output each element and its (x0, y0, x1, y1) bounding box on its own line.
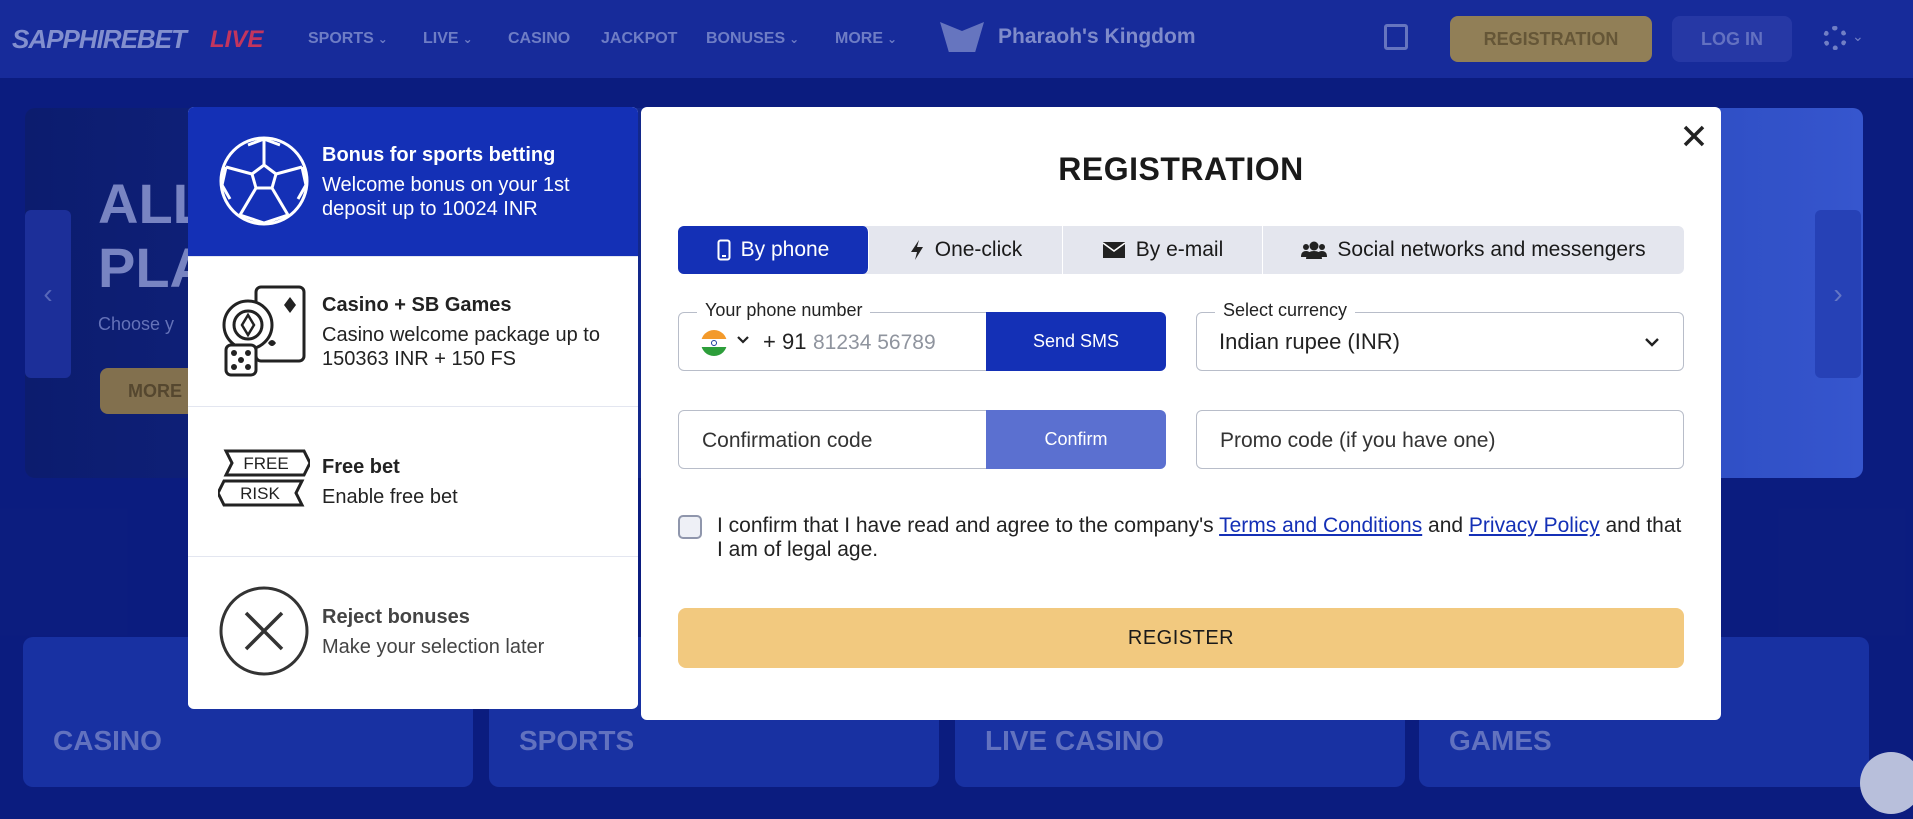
tab-label: Social networks and messengers (1337, 238, 1646, 261)
phone-field-legend: Your phone number (697, 300, 871, 321)
bonus-description: Make your selection later (322, 635, 545, 658)
currency-select[interactable]: Select currency Indian rupee (INR) (1196, 300, 1684, 371)
casino-chips-cards-icon (218, 285, 310, 377)
chevron-down-icon[interactable] (735, 332, 751, 348)
registration-method-tabs: By phone One-click By e-mail Social netw… (678, 226, 1684, 274)
confirmation-code-input[interactable] (700, 411, 983, 470)
ticket-bottom-label: RISK (240, 484, 280, 503)
phone-number-field: Your phone number + 91 (678, 300, 990, 371)
tab-label: By e-mail (1135, 238, 1224, 261)
bonus-title: Reject bonuses (322, 605, 470, 628)
tab-label: By phone (740, 238, 830, 261)
lightning-icon (910, 240, 923, 260)
envelope-icon (1102, 242, 1126, 258)
currency-field-legend: Select currency (1215, 300, 1356, 321)
ticket-top-label: FREE (243, 454, 288, 473)
bonus-option-casino[interactable]: Casino + SB Games Casino welcome package… (188, 257, 638, 407)
bonus-selection-panel: Bonus for sports betting Welcome bonus o… (188, 107, 638, 709)
close-icon[interactable] (1678, 120, 1710, 152)
privacy-policy-link[interactable]: Privacy Policy (1469, 514, 1600, 537)
currency-value: Indian rupee (INR) (1219, 329, 1400, 354)
send-sms-button[interactable]: Send SMS (986, 312, 1166, 371)
bonus-description: Enable free bet (322, 485, 458, 508)
terms-checkbox[interactable] (678, 515, 702, 539)
confirm-code-button[interactable]: Confirm (986, 410, 1166, 469)
register-button[interactable]: REGISTER (678, 608, 1684, 668)
chevron-down-icon (1645, 338, 1659, 347)
promo-code-field (1196, 410, 1684, 470)
bonus-title: Free bet (322, 455, 400, 478)
dial-code: + 91 (763, 329, 807, 354)
phone-icon (717, 239, 731, 261)
tab-by-email[interactable]: By e-mail (1063, 226, 1263, 274)
x-circle-icon (218, 585, 310, 677)
terms-consent-text: I confirm that I have read and agree to … (717, 514, 1687, 562)
tab-one-click[interactable]: One-click (869, 226, 1063, 274)
tab-social-networks[interactable]: Social networks and messengers (1263, 226, 1684, 274)
india-flag-icon[interactable] (701, 330, 727, 356)
bonus-title: Bonus for sports betting (322, 143, 556, 166)
tab-by-phone[interactable]: By phone (678, 226, 869, 274)
bonus-option-sports[interactable]: Bonus for sports betting Welcome bonus o… (188, 107, 638, 257)
confirmation-code-field (678, 410, 990, 470)
modal-title: REGISTRATION (1058, 151, 1304, 187)
phone-input[interactable] (811, 323, 975, 363)
users-icon (1301, 241, 1328, 259)
consent-text: I confirm that I have read and agree to … (717, 514, 1220, 537)
bonus-option-free-bet[interactable]: FREE RISK Free bet Enable free bet (188, 407, 638, 557)
consent-text: and (1422, 514, 1469, 537)
bonus-option-reject[interactable]: Reject bonuses Make your selection later (188, 557, 638, 707)
terms-link[interactable]: Terms and Conditions (1219, 514, 1422, 537)
free-risk-ticket-icon: FREE RISK (218, 435, 310, 527)
tab-label: One-click (934, 238, 1023, 261)
bonus-description: Welcome bonus on your 1st deposit up to … (322, 173, 570, 220)
promo-code-input[interactable] (1218, 411, 1660, 470)
bonus-title: Casino + SB Games (322, 293, 512, 316)
bonus-description: Casino welcome package up to 150363 INR … (322, 323, 600, 370)
soccer-ball-icon (218, 135, 310, 227)
